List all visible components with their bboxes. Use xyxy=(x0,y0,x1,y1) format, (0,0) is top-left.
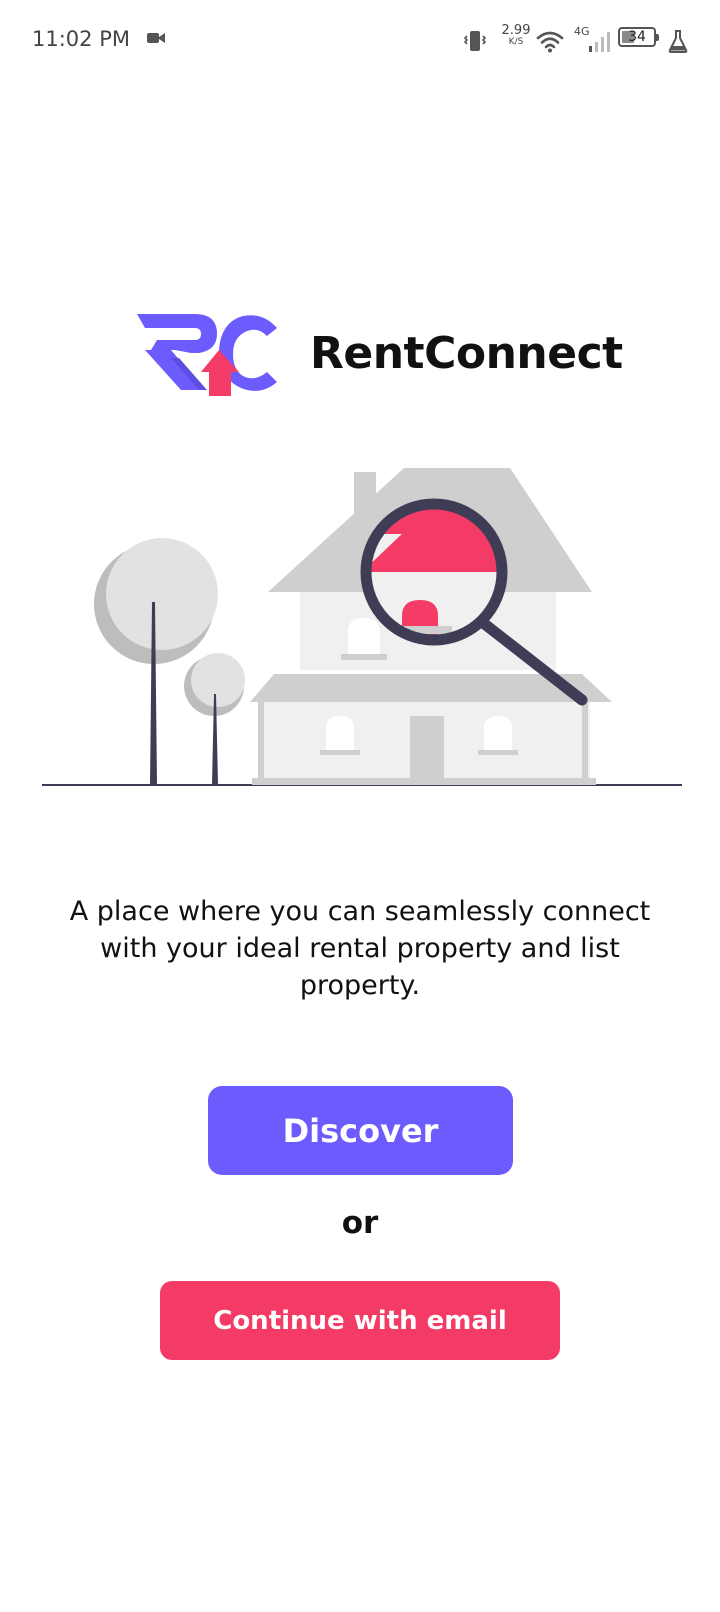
battery-icon: 34 xyxy=(618,27,659,47)
lab-flask-icon xyxy=(668,30,688,53)
signal-icon xyxy=(589,32,610,52)
status-bar: 11:02 PM 2.99 K/S 4G 34 xyxy=(0,0,720,80)
vibrate-icon xyxy=(464,31,486,51)
network-speed: 2.99 K/S xyxy=(500,24,532,47)
net-speed-value: 2.99 xyxy=(501,23,531,38)
tagline-text: A place where you can seamlessly connect… xyxy=(69,896,651,1001)
house-search-illustration xyxy=(42,468,682,786)
status-time: 11:02 PM xyxy=(32,27,130,51)
app-logo xyxy=(137,314,277,396)
wifi-icon xyxy=(536,31,564,53)
battery-level-text: 34 xyxy=(628,29,646,45)
net-speed-unit: K/S xyxy=(508,37,524,47)
or-divider-text: or xyxy=(341,1205,379,1241)
continue-with-email-button[interactable]: Continue with email xyxy=(160,1281,560,1360)
video-camera-icon xyxy=(147,33,165,43)
discover-button[interactable]: Discover xyxy=(208,1086,513,1175)
brand-name: RentConnect xyxy=(310,328,623,379)
